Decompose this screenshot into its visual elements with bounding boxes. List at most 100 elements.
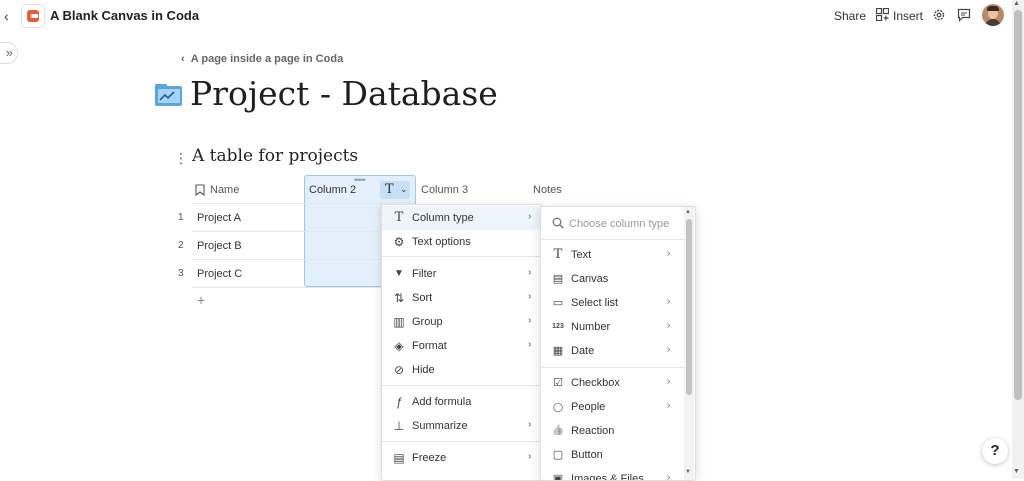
menu-item-filter[interactable]: ▼ Filter › <box>382 262 541 286</box>
column-type-submenu: T Text › ▤ Canvas ▭ Select list › 123 Nu… <box>540 206 696 481</box>
image-icon: ▣ <box>552 473 564 481</box>
column-type-select-list[interactable]: ▭ Select list › <box>541 291 684 315</box>
back-chevron-icon[interactable]: ‹ <box>4 8 9 24</box>
menu-item-format[interactable]: ◈ Format › <box>382 334 541 358</box>
settings-gear-icon[interactable] <box>932 8 946 22</box>
column-header-column-2[interactable]: Column 2 <box>309 184 356 196</box>
column-type-label: Number <box>571 321 611 333</box>
table-row-name[interactable]: Project B <box>197 240 242 252</box>
menu-item-label: Filter <box>412 268 437 280</box>
share-button[interactable]: Share <box>834 9 866 23</box>
menu-item-group[interactable]: ▥ Group › <box>382 310 541 334</box>
menu-item-label: Text options <box>412 236 471 248</box>
column-header-name[interactable]: Name <box>210 184 239 196</box>
row-divider <box>192 231 382 232</box>
column-type-search-input[interactable] <box>567 213 691 235</box>
menu-item-label: Summarize <box>412 420 468 432</box>
column-type-button[interactable]: ▢ Button <box>541 443 684 467</box>
chevron-down-icon: ⌄ <box>400 184 408 194</box>
text-icon: T <box>553 247 563 262</box>
chart-page-icon <box>155 84 182 106</box>
help-button[interactable]: ? <box>982 438 1008 464</box>
insert-button[interactable]: Insert <box>893 9 923 23</box>
chevron-right-icon: › <box>528 211 532 222</box>
row-number: 3 <box>178 268 184 279</box>
chevron-right-icon: › <box>667 344 671 355</box>
column-type-label: Checkbox <box>571 377 620 389</box>
column-type-date[interactable]: ▦ Date › <box>541 339 684 363</box>
freeze-icon: ▤ <box>393 451 405 465</box>
column-header-notes[interactable]: Notes <box>533 184 562 196</box>
column-type-checkbox[interactable]: ☑ Checkbox › <box>541 371 684 395</box>
menu-item-column-type[interactable]: T Column type › <box>382 206 541 230</box>
doc-title[interactable]: A Blank Canvas in Coda <box>50 8 199 23</box>
scroll-up-arrow-icon[interactable]: ▲ <box>685 209 691 215</box>
chevron-right-icon: › <box>667 472 671 481</box>
table-row-name[interactable]: Project A <box>197 212 241 224</box>
menu-item-add-formula[interactable]: ƒ Add formula <box>382 390 541 414</box>
group-icon: ▥ <box>393 315 405 329</box>
filter-icon: ▼ <box>394 268 404 279</box>
menu-separator <box>382 441 541 442</box>
scroll-down-arrow-icon[interactable]: ▼ <box>685 469 691 475</box>
chevron-right-icon: › <box>528 291 532 302</box>
menu-item-freeze[interactable]: ▤ Freeze › <box>382 446 541 470</box>
chevron-right-icon: › <box>528 339 532 350</box>
column-type-people[interactable]: ◯ People › <box>541 395 684 419</box>
column-type-dropdown-button[interactable]: T ⌄ <box>380 181 410 199</box>
comment-icon[interactable] <box>957 8 971 22</box>
scroll-up-arrow-icon[interactable]: ▲ <box>1013 0 1020 7</box>
menu-item-sort[interactable]: ⇅ Sort › <box>382 286 541 310</box>
user-avatar[interactable] <box>982 4 1004 26</box>
submenu-scrollbar-thumb[interactable] <box>686 219 692 395</box>
chevron-right-icon: › <box>667 296 671 307</box>
chevron-right-icon: › <box>667 376 671 387</box>
add-row-icon[interactable]: + <box>197 292 205 308</box>
menu-item-hide[interactable]: ⊘ Hide <box>382 358 541 382</box>
column-type-number[interactable]: 123 Number › <box>541 315 684 339</box>
row-divider <box>192 287 382 288</box>
menu-item-label: Add formula <box>412 396 472 408</box>
chevron-right-icon: › <box>667 248 671 259</box>
column-type-canvas[interactable]: ▤ Canvas <box>541 267 684 291</box>
table-row-name[interactable]: Project C <box>197 268 242 280</box>
column-header-column-3[interactable]: Column 3 <box>421 184 468 196</box>
text-type-icon: T <box>394 210 404 225</box>
breadcrumb-link[interactable]: A page inside a page in Coda <box>191 53 343 65</box>
chevron-right-icon: › <box>667 400 671 411</box>
column-context-menu: T Column type › ⚙ Text options ▼ Filter … <box>381 204 542 481</box>
search-icon <box>552 217 564 229</box>
sort-icon: ⇅ <box>393 291 405 305</box>
row-divider <box>192 259 382 260</box>
menu-item-text-options[interactable]: ⚙ Text options <box>382 230 541 254</box>
button-icon: ▢ <box>552 449 564 461</box>
column-type-reaction[interactable]: 👍 Reaction <box>541 419 684 443</box>
chevron-right-icon: › <box>528 315 532 326</box>
menu-item-label: Freeze <box>412 452 447 464</box>
page-title[interactable]: Project - Database <box>190 74 498 113</box>
menu-item-label: Hide <box>412 364 435 376</box>
menu-item-summarize[interactable]: ⊥ Summarize › <box>382 414 541 438</box>
thumbs-up-icon: 👍 <box>551 425 565 436</box>
insert-grid-icon[interactable] <box>876 8 889 21</box>
breadcrumb[interactable]: ‹ A page inside a page in Coda <box>181 53 343 65</box>
menu-separator <box>541 367 684 368</box>
menu-item-label: Sort <box>412 292 433 304</box>
menu-separator <box>382 385 541 386</box>
formula-icon: ƒ <box>395 395 403 409</box>
scroll-down-arrow-icon[interactable]: ▼ <box>1013 468 1020 475</box>
menu-item-label: Column type <box>412 212 474 224</box>
coda-logo-icon[interactable] <box>21 4 45 28</box>
page-scrollbar-thumb[interactable] <box>1014 10 1022 400</box>
table-title[interactable]: A table for projects <box>192 146 358 166</box>
column-type-label: Reaction <box>571 425 615 437</box>
column-type-label: People <box>571 401 606 413</box>
select-list-icon: ▭ <box>552 297 564 309</box>
canvas-icon: ▤ <box>552 273 564 285</box>
expand-sidebar-icon[interactable]: » <box>0 42 18 64</box>
column-type-label: Select list <box>571 297 619 309</box>
table-options-kebab-icon[interactable]: ⋮ <box>174 150 188 167</box>
column-type-text[interactable]: T Text › <box>541 243 684 267</box>
bookmark-icon <box>195 184 205 196</box>
menu-item-label: Group <box>412 316 443 328</box>
